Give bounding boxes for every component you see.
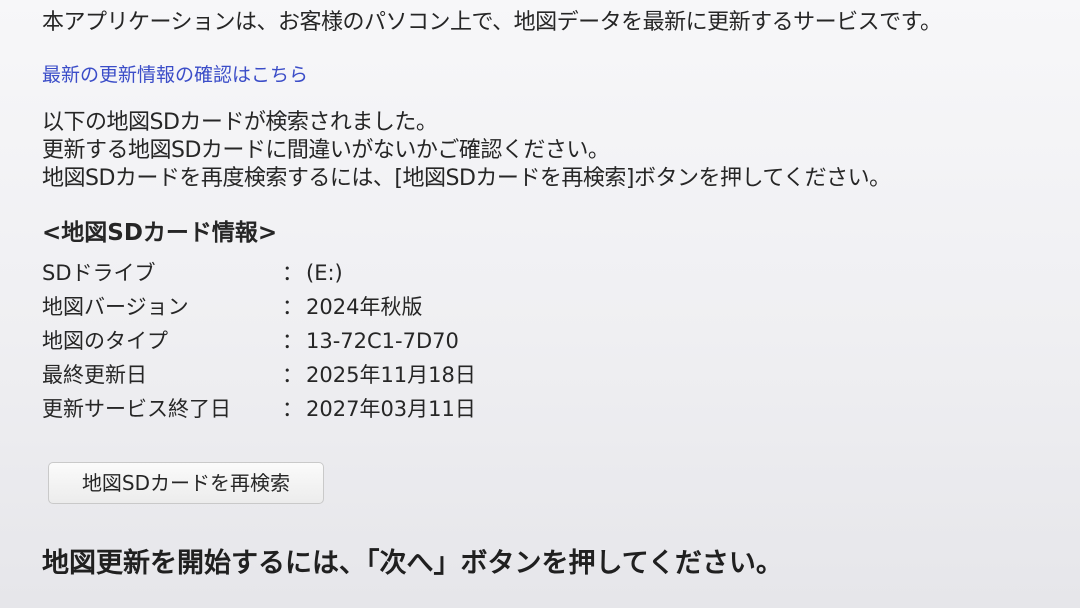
detection-message: 以下の地図SDカードが検索されました。 更新する地図SDカードに間違いがないかご… (42, 109, 891, 193)
info-value: 13-72C1-7D70 (306, 329, 459, 353)
update-info-link[interactable]: 最新の更新情報の確認はこちら (42, 60, 308, 90)
detection-message-line: 地図SDカードを再度検索するには、[地図SDカードを再検索]ボタンを押してくださ… (42, 166, 891, 191)
info-label: SDドライブ (42, 261, 156, 285)
info-label: 地図のタイプ (42, 329, 168, 353)
info-separator: ： (282, 261, 303, 285)
info-value: (E:) (306, 261, 343, 285)
start-instruction: 地図更新を開始するには、「次へ」ボタンを押してください。 (42, 548, 783, 579)
info-separator: ： (282, 363, 303, 387)
detection-message-line: 以下の地図SDカードが検索されました。 (42, 110, 438, 135)
info-value: 2027年03月11日 (306, 397, 476, 421)
info-label: 更新サービス終了日 (42, 397, 231, 421)
info-label: 地図バージョン (42, 295, 189, 319)
intro-text: 本アプリケーションは、お客様のパソコン上で、地図データを最新に更新するサービスで… (42, 10, 942, 35)
rescan-sd-card-button[interactable]: 地図SDカードを再検索 (48, 462, 324, 504)
card-info-title: <地図SDカード情報> (42, 220, 278, 246)
detection-message-line: 更新する地図SDカードに間違いがないかご確認ください。 (42, 138, 610, 163)
info-label: 最終更新日 (42, 363, 147, 387)
info-separator: ： (282, 329, 303, 353)
map-update-page: 本アプリケーションは、お客様のパソコン上で、地図データを最新に更新するサービスで… (42, 0, 1052, 608)
info-value: 2024年秋版 (306, 295, 423, 319)
info-separator: ： (282, 397, 303, 421)
info-value: 2025年11月18日 (306, 363, 476, 387)
info-separator: ： (282, 295, 303, 319)
